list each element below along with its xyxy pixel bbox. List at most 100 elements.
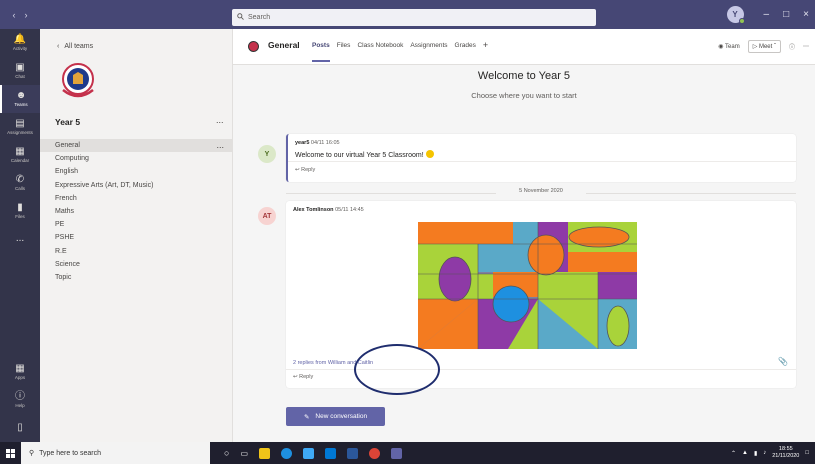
welcome-subtitle: Choose where you want to start [471,91,577,100]
chat-icon: ▣ [15,62,25,73]
back-arrow-icon[interactable]: ‹ [13,10,16,20]
network-icon[interactable]: ▲ [742,450,748,456]
meet-button[interactable]: ▷ Meet ˇ [747,40,781,53]
channel-re[interactable]: R.E [40,245,232,258]
mail-icon[interactable] [325,447,336,459]
taskbar-search[interactable]: ⚲ Type here to search [21,442,210,464]
taskbar-clock[interactable]: 18:55 21/11/2020 [772,446,799,460]
channel-title: General [268,40,300,50]
system-tray: ⌃ ▲ ▮ ♪ 18:55 21/11/2020 □ [731,446,809,460]
new-conversation-button[interactable]: ✎ New conversation [286,407,385,426]
school-logo [62,63,94,98]
tab-posts[interactable]: Posts [312,42,330,62]
rail-item-activity[interactable]: 🔔 Activity [0,29,40,57]
team-panel: ‹ All teams Year 5 ... General ... Compu… [40,29,233,442]
channel-french[interactable]: French [40,192,232,205]
tab-files[interactable]: Files [337,42,351,49]
posted-artwork-image[interactable] [418,222,637,349]
phone-icon: ✆ [15,174,25,185]
profile-avatar[interactable]: Y [726,6,745,24]
channel-pshe[interactable]: PSHE [40,231,232,244]
channel-general[interactable]: General ... [40,139,232,153]
channel-header: General Posts Files Class Notebook Assig… [233,29,815,65]
chevron-left-icon: ‹ [57,43,60,50]
post-author: Alex Tomlinson [293,207,334,213]
reply-button[interactable]: ↩ Reply [295,167,315,173]
divider [288,161,796,162]
file-icon: ▮ [17,202,23,213]
file-explorer-icon[interactable] [303,447,314,459]
reply-button[interactable]: ↩ Reply [293,374,313,380]
channel-english[interactable]: English [40,165,232,178]
rail-item-chat[interactable]: ▣ Chat [0,57,40,85]
rail-item-teams[interactable]: ☻ Teams [0,85,40,113]
post-time: 04/11 16:05 [310,140,340,146]
avatar[interactable]: AT [258,207,276,225]
rail-item-calls[interactable]: ✆ Calls [0,169,40,197]
annotation-circle [354,344,440,395]
cortana-icon[interactable]: ○ [224,448,229,458]
team-name[interactable]: Year 5 [55,117,80,127]
rail-more[interactable]: ... [0,225,40,253]
store-icon[interactable] [259,447,270,459]
device-icon: ▯ [17,422,23,433]
tab-assignments[interactable]: Assignments [410,42,447,49]
all-teams-link[interactable]: ‹ All teams [57,43,93,50]
title-bar: ‹ › Search Y – □ × [0,0,815,29]
battery-icon[interactable]: ▮ [754,450,757,457]
search-icon [237,13,244,22]
post-body: Welcome to our virtual Year 5 Classroom! [295,150,434,159]
volume-icon[interactable]: ♪ [763,450,766,456]
edge-icon[interactable] [281,447,292,459]
rail-item-assignments[interactable]: ▤ Assignments [0,113,40,141]
channel-more-options[interactable]: ... [216,140,224,150]
channel-expressive-arts[interactable]: Expressive Arts (Art, DT, Music) [40,179,232,192]
welcome-title: Welcome to Year 5 [477,70,571,82]
team-more-options[interactable]: ... [216,115,224,125]
chrome-icon[interactable] [369,447,380,459]
post-meta: year5 04/11 16:05 [295,140,340,146]
teams-icon[interactable] [391,447,402,459]
avatar[interactable]: Y [258,145,276,163]
close-icon[interactable]: × [803,9,809,20]
post-welcome: year5 04/11 16:05 Welcome to our virtual… [286,134,796,182]
channel-science[interactable]: Science [40,258,232,271]
rail-item-files[interactable]: ▮ Files [0,197,40,225]
info-icon[interactable]: ⓘ [789,42,795,51]
notifications-icon[interactable]: □ [805,450,809,456]
tab-class-notebook[interactable]: Class Notebook [357,42,403,49]
smile-emoji-icon [425,150,434,158]
app-rail: 🔔 Activity ▣ Chat ☻ Teams ▤ Assignments … [0,29,40,442]
windows-start-icon[interactable] [0,448,21,458]
search-icon: ⚲ [29,450,35,457]
word-icon[interactable] [347,447,358,459]
more-options-icon[interactable]: ⋯ [803,43,809,50]
channel-topic[interactable]: Topic [40,271,232,284]
chevron-up-icon[interactable]: ⌃ [731,450,736,457]
rail-bottom: ▦ Apps ⓘ Help ▯ [0,358,40,442]
rail-item-apps[interactable]: ▦ Apps [0,358,40,386]
channel-pe[interactable]: PE [40,218,232,231]
teams-window: ‹ › Search Y – □ × 🔔 Activity ▣ Chat ☻ T… [0,0,815,464]
channel-view: General Posts Files Class Notebook Assig… [233,29,815,442]
rail-item-device[interactable]: ▯ [0,414,40,442]
rail-item-help[interactable]: ⓘ Help [0,386,40,414]
attachment-icon[interactable]: 📎 [778,357,788,366]
rail-item-calendar[interactable]: ▦ Calendar [0,141,40,169]
window-controls: Y – □ × [726,4,815,25]
search-placeholder: Search [248,14,271,21]
add-tab-button[interactable]: + [483,41,488,50]
channel-maths[interactable]: Maths [40,205,232,218]
maximize-icon[interactable]: □ [783,9,789,20]
channel-computing[interactable]: Computing [40,152,232,165]
reply-arrow-icon: ↩ [295,167,300,173]
tab-grades[interactable]: Grades [455,42,476,49]
task-view-icon[interactable]: ▭ [240,449,248,458]
windows-taskbar: ⚲ Type here to search ○ ▭ ⌃ ▲ ▮ ♪ 18:55 … [0,442,815,464]
minimize-icon[interactable]: – [764,9,770,20]
team-button[interactable]: ◉ Team [718,43,739,50]
teams-icon: ☻ [15,90,27,101]
search-box[interactable]: Search [232,9,596,26]
forward-arrow-icon[interactable]: › [25,10,28,20]
post-time: 05/11 14:45 [335,207,364,213]
